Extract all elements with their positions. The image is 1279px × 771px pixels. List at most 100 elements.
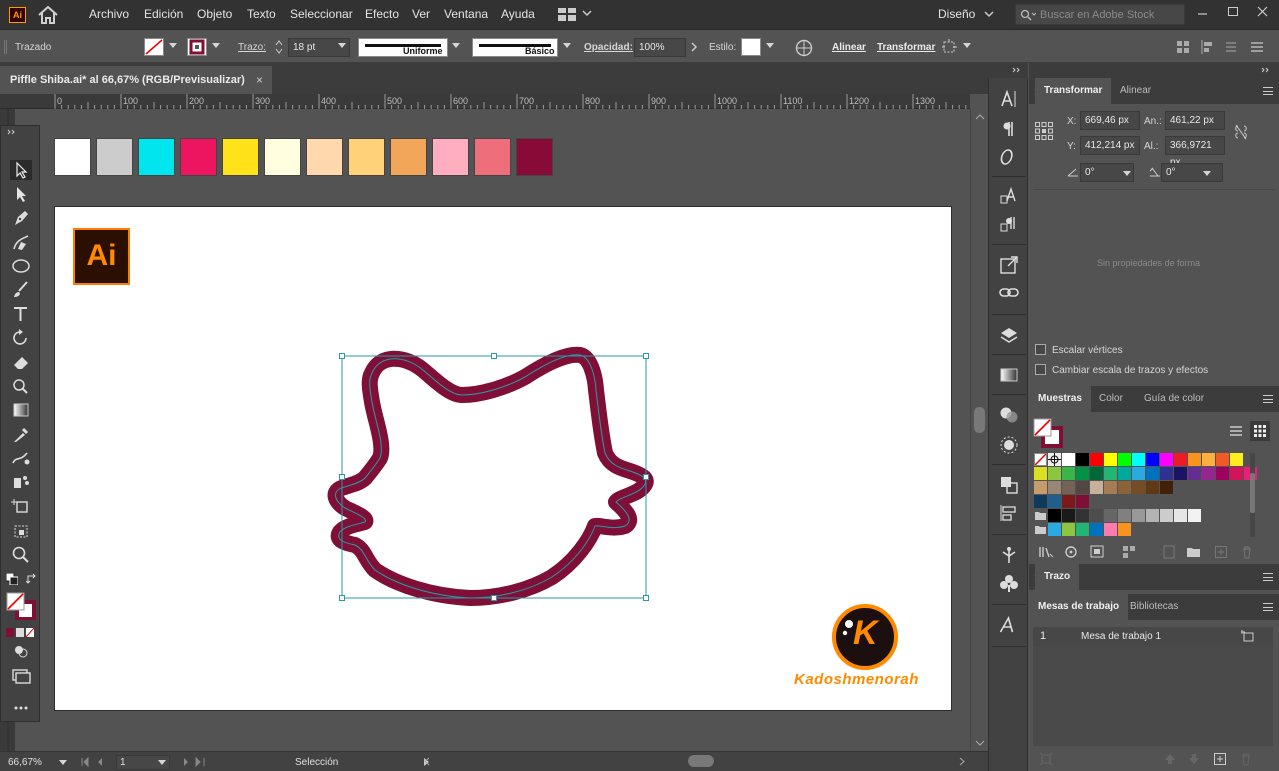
scale-corners-checkbox[interactable] (1035, 344, 1046, 355)
character-panel-icon[interactable] (998, 88, 1020, 110)
zoom-level[interactable]: 66,67% (8, 757, 42, 768)
color-swatch[interactable] (1062, 481, 1075, 494)
chevron-down-icon[interactable] (158, 760, 166, 765)
stroke-label[interactable]: Trazo: (238, 42, 266, 53)
color-swatch[interactable] (1090, 523, 1103, 536)
menu-archivo[interactable]: Archivo (89, 7, 129, 21)
new-artboard-icon[interactable] (1213, 752, 1227, 766)
minimize-icon[interactable] (1195, 4, 1211, 18)
workspace-switcher[interactable]: Diseño (938, 7, 975, 21)
chevron-down-icon[interactable] (452, 43, 460, 48)
color-swatch[interactable] (1104, 481, 1117, 494)
horizontal-ruler[interactable]: 0 100 200 300 400 500 600 700 800 900 1000 1100 1200… (0, 94, 970, 109)
swatch-options-icon[interactable] (1090, 545, 1106, 559)
blend-tool-icon[interactable] (10, 448, 32, 468)
palette-swatch[interactable] (222, 138, 259, 176)
palette-swatch[interactable] (348, 138, 385, 176)
color-swatch[interactable] (1118, 509, 1131, 522)
constrain-proportions-icon[interactable] (1234, 123, 1248, 141)
color-swatch[interactable] (1118, 523, 1131, 536)
color-swatch[interactable] (1146, 509, 1159, 522)
palette-swatch[interactable] (390, 138, 427, 176)
draw-mode-icon[interactable] (10, 641, 32, 661)
brush-definition[interactable]: Básico (472, 38, 558, 57)
chevron-down-icon[interactable] (212, 43, 220, 48)
eraser-tool-icon[interactable] (10, 352, 32, 372)
color-swatch[interactable] (1076, 523, 1089, 536)
list-view-icon[interactable] (1226, 421, 1246, 441)
color-swatch[interactable] (1034, 467, 1047, 480)
puppet-warp-icon[interactable] (998, 544, 1020, 566)
color-swatch[interactable] (1062, 453, 1075, 466)
scroll-left-icon[interactable] (423, 757, 431, 766)
artboard-row[interactable]: 1 Mesa de trabajo 1 (1033, 627, 1273, 646)
move-down-icon[interactable] (1187, 752, 1201, 766)
chevron-down-icon[interactable] (1203, 171, 1211, 176)
color-swatch[interactable] (1118, 467, 1131, 480)
color-swatch[interactable] (1160, 481, 1173, 494)
chevron-down-icon[interactable] (1123, 171, 1131, 176)
shear-field[interactable]: 0° (1161, 163, 1223, 182)
collapse-panel-icon[interactable] (7, 129, 19, 135)
collapse-panel-icon[interactable] (1012, 67, 1024, 73)
more-tools-icon[interactable] (10, 698, 32, 718)
collapse-panels-icon[interactable] (1261, 67, 1273, 73)
palette-swatch[interactable] (138, 138, 175, 176)
color-swatch[interactable] (1062, 523, 1075, 536)
swatch-group-folder-icon[interactable] (1034, 509, 1047, 522)
color-swatch[interactable] (1146, 453, 1159, 466)
document-tab[interactable]: Piffle Shiba.ai* al 66,67% (RGB/Previsua… (0, 66, 272, 94)
palette-swatch[interactable] (306, 138, 343, 176)
color-swatch[interactable] (1034, 495, 1047, 508)
direct-selection-tool-icon[interactable] (10, 184, 32, 204)
isolate-object-icon[interactable] (941, 39, 959, 55)
scale-strokes-checkbox[interactable] (1035, 364, 1046, 375)
stroke-swatch[interactable] (187, 38, 207, 56)
color-swatch[interactable] (1132, 481, 1145, 494)
color-swatch[interactable] (1146, 467, 1159, 480)
symbols-icon[interactable] (998, 572, 1020, 594)
artboard-nav-first-icon[interactable] (80, 757, 110, 767)
new-swatch-icon[interactable] (1214, 545, 1228, 559)
color-swatch[interactable] (1048, 481, 1061, 494)
color-swatch[interactable] (1104, 509, 1117, 522)
artboard-nav-next-icon[interactable] (180, 757, 210, 767)
color-swatch[interactable] (1062, 467, 1075, 480)
export-icon[interactable] (998, 254, 1020, 276)
horizontal-scrollbar[interactable] (420, 754, 970, 768)
vertical-scrollbar[interactable] (970, 109, 988, 751)
opentype-panel-icon[interactable] (998, 146, 1020, 168)
watermark-logo[interactable]: K (831, 603, 899, 671)
variable-width-profile[interactable]: Uniforme (358, 38, 448, 57)
delete-artboard-icon[interactable] (1239, 752, 1253, 766)
menu-ver[interactable]: Ver (412, 7, 430, 21)
height-field[interactable]: 366,9721 px (1165, 136, 1225, 168)
color-swatch[interactable] (1076, 467, 1089, 480)
color-swatch[interactable] (1160, 453, 1173, 466)
swatch-kinds-icon[interactable] (1064, 545, 1078, 559)
color-swatch[interactable] (1076, 509, 1089, 522)
pen-tool-icon[interactable] (10, 208, 32, 228)
menu-texto[interactable]: Texto (247, 7, 276, 21)
swatch-registration[interactable] (1048, 453, 1061, 466)
tab-bibliotecas[interactable]: Bibliotecas (1121, 594, 1187, 620)
color-swatch[interactable] (1062, 495, 1075, 508)
palette-swatch[interactable] (432, 138, 469, 176)
color-swatch[interactable] (1104, 453, 1117, 466)
tab-alinear[interactable]: Alinear (1111, 78, 1160, 104)
rotate-tool-icon[interactable] (10, 328, 32, 348)
color-mode-icon[interactable] (6, 628, 36, 638)
chevron-down-icon[interactable] (582, 9, 592, 17)
palette-swatch[interactable] (96, 138, 133, 176)
color-swatch[interactable] (1062, 509, 1075, 522)
color-group-icon[interactable] (1122, 545, 1138, 559)
ellipse-tool-icon[interactable] (10, 256, 32, 276)
scroll-up-icon[interactable] (975, 113, 985, 121)
scroll-down-icon[interactable] (975, 739, 985, 747)
menu-objeto[interactable]: Objeto (197, 7, 232, 21)
fill-stroke-swatches[interactable] (6, 592, 36, 620)
color-swatch[interactable] (1090, 481, 1103, 494)
artboard-options-icon[interactable] (1241, 630, 1255, 642)
default-colors-icon[interactable] (6, 573, 18, 585)
x-field[interactable]: 669,46 px (1080, 111, 1140, 130)
